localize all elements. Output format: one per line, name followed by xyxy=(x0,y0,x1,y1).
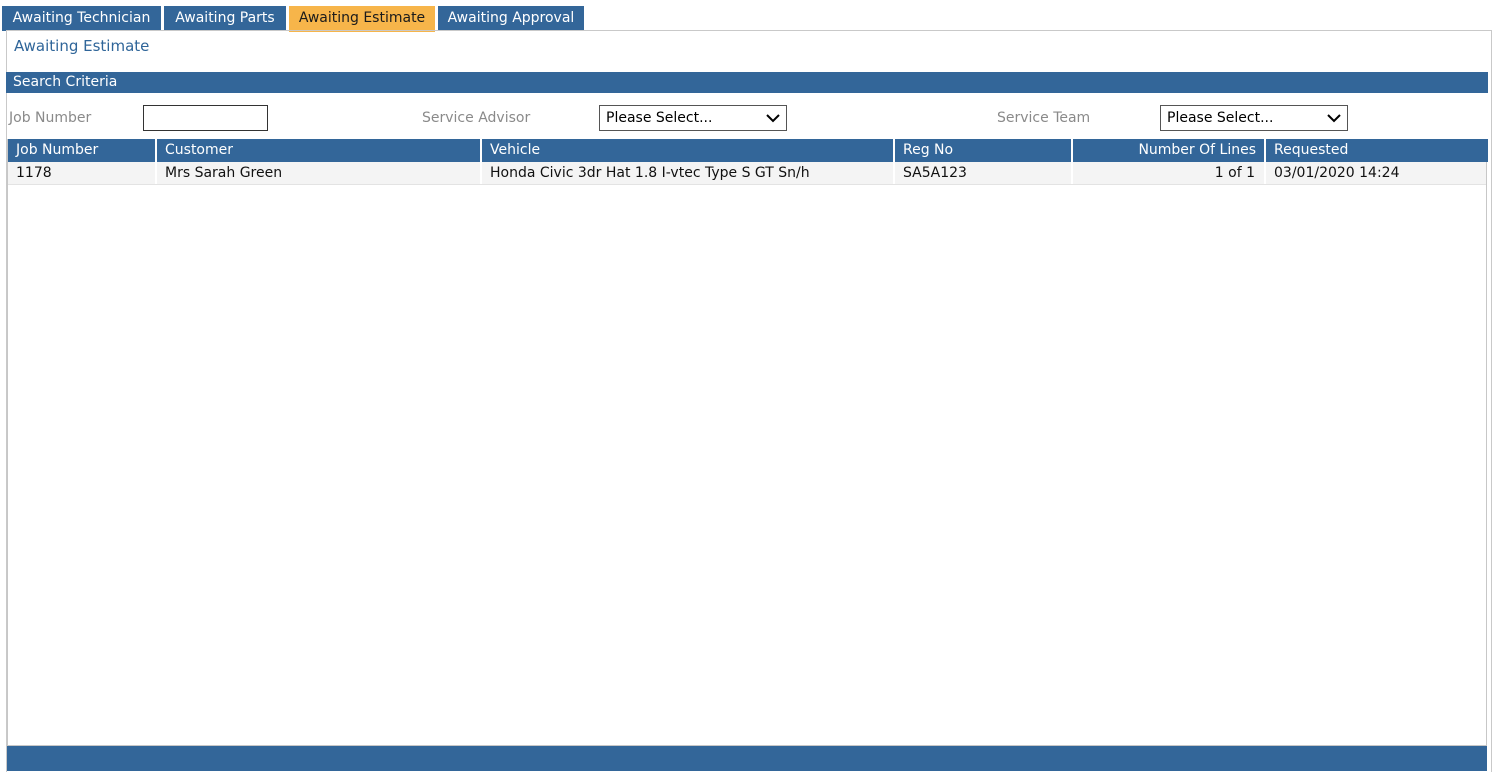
service-advisor-value: Please Select... xyxy=(606,110,713,126)
service-team-select[interactable]: Please Select... xyxy=(1160,105,1348,131)
job-number-input[interactable] xyxy=(143,105,268,131)
cell-vehicle: Honda Civic 3dr Hat 1.8 I-vtec Type S GT… xyxy=(482,162,895,184)
column-header-customer[interactable]: Customer xyxy=(157,139,482,162)
tab-awaiting-parts[interactable]: Awaiting Parts xyxy=(164,6,286,31)
tab-awaiting-technician[interactable]: Awaiting Technician xyxy=(2,6,161,31)
column-header-number-of-lines[interactable]: Number Of Lines xyxy=(1073,139,1266,162)
service-advisor-select[interactable]: Please Select... xyxy=(599,105,787,131)
cell-customer: Mrs Sarah Green xyxy=(157,162,482,184)
tab-awaiting-approval[interactable]: Awaiting Approval xyxy=(438,6,584,31)
column-header-job-number[interactable]: Job Number xyxy=(8,139,157,162)
page-title: Awaiting Estimate xyxy=(14,37,150,55)
jobs-grid: Job Number Customer Vehicle Reg No Numbe… xyxy=(7,139,1488,746)
cell-number-of-lines: 1 of 1 xyxy=(1073,162,1266,184)
table-row[interactable]: 1178 Mrs Sarah Green Honda Civic 3dr Hat… xyxy=(8,162,1486,185)
column-header-vehicle[interactable]: Vehicle xyxy=(482,139,895,162)
tab-awaiting-estimate[interactable]: Awaiting Estimate xyxy=(289,6,435,32)
chevron-down-icon xyxy=(766,114,780,123)
service-advisor-label: Service Advisor xyxy=(422,110,531,126)
service-team-value: Please Select... xyxy=(1167,110,1274,126)
cell-reg-no: SA5A123 xyxy=(895,162,1073,184)
service-team-label: Service Team xyxy=(997,110,1091,126)
search-criteria-header: Search Criteria xyxy=(6,72,1488,93)
cell-requested: 03/01/2020 14:24 xyxy=(1266,162,1486,184)
chevron-down-icon xyxy=(1327,114,1341,123)
column-header-reg-no[interactable]: Reg No xyxy=(895,139,1073,162)
job-number-label: Job Number xyxy=(9,110,92,126)
column-header-requested[interactable]: Requested xyxy=(1266,139,1488,162)
grid-header: Job Number Customer Vehicle Reg No Numbe… xyxy=(8,139,1488,162)
cell-job-number: 1178 xyxy=(8,162,157,184)
grid-footer-bar xyxy=(7,746,1487,771)
